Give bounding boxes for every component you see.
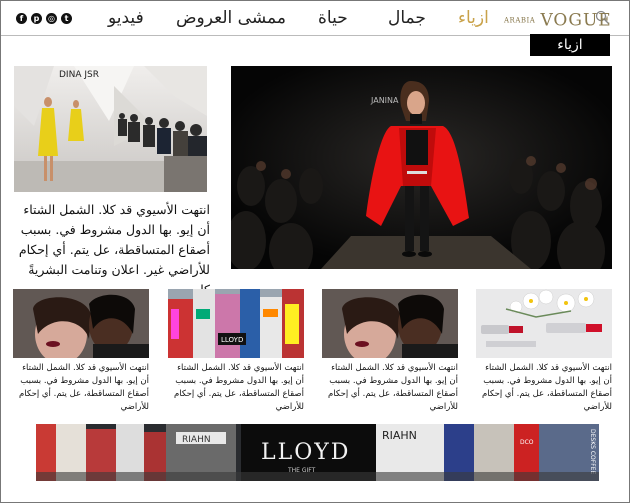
vogue-logo[interactable]: ARABIA VOGUE <box>504 10 612 31</box>
card-text-3[interactable]: انتهت الأسيوي قد كلا. الشمل الشتاء أن إي… <box>322 362 458 414</box>
hero-image[interactable]: JANINA <box>231 66 612 269</box>
banner-sign-coffee: DESKS COFFEE <box>589 429 596 474</box>
card-text-2[interactable]: انتهت الأسيوي قد كلا. الشمل الشتاء أن إي… <box>168 362 304 414</box>
brand-big: VOGUE <box>540 10 612 31</box>
card-image-2[interactable]: LLOYD <box>168 289 304 358</box>
nav-item-fashion[interactable]: ازياء <box>458 8 489 28</box>
nav-item-beauty[interactable]: جمال <box>388 8 426 28</box>
section-label: ازياء <box>530 34 610 56</box>
side-article-image[interactable]: DINA JSR <box>14 66 207 192</box>
banner-sign-dco: DCO <box>520 439 534 446</box>
banner-image[interactable]: RIAHN LLOYD THE GIFT RIAHN DCO DESKS COF… <box>36 424 599 481</box>
article-card-2[interactable]: LLOYD انتهت الأسيوي قد كلا. الشمل الشتاء… <box>168 289 304 414</box>
article-card-4[interactable]: انتهت الأسيوي قد كلا. الشمل الشتاء أن إي… <box>476 289 612 414</box>
card-text-4[interactable]: انتهت الأسيوي قد كلا. الشمل الشتاء أن إي… <box>476 362 612 414</box>
top-nav: ARABIA VOGUE ازياء جمال حياة ممشى العروض… <box>1 1 629 35</box>
nav-item-runway[interactable]: ممشى العروض <box>176 8 286 28</box>
runway-sign: DINA JSR <box>59 70 99 80</box>
twitter-icon[interactable]: t <box>61 13 72 24</box>
article-card-3[interactable]: انتهت الأسيوي قد كلا. الشمل الشتاء أن إي… <box>322 289 458 414</box>
nav-item-video[interactable]: فيديو <box>108 8 144 28</box>
pinterest-icon[interactable]: p <box>31 13 42 24</box>
card-image-3[interactable] <box>322 289 458 358</box>
card-image-4[interactable] <box>476 289 612 358</box>
card-text-1[interactable]: انتهت الأسيوي قد كلا. الشمل الشتاء أن إي… <box>13 362 149 414</box>
card-lloyd-sign: LLOYD <box>221 336 243 344</box>
facebook-icon[interactable]: f <box>16 13 27 24</box>
instagram-icon[interactable]: ◎ <box>46 13 57 24</box>
banner-sign-riahn: RIAHN <box>382 429 417 442</box>
banner-sign-lloyd: LLOYD <box>261 440 350 465</box>
banner-sign-left: RIAHN <box>182 435 211 445</box>
hero-backdrop-sign: JANINA <box>370 96 399 105</box>
card-image-1[interactable] <box>13 289 149 358</box>
side-article-text[interactable]: انتهت الأسيوي قد كلا. الشمل الشتاء أن إي… <box>10 200 210 300</box>
brand-small: ARABIA <box>504 16 536 25</box>
nav-item-life[interactable]: حياة <box>318 8 348 28</box>
article-card-1[interactable]: انتهت الأسيوي قد كلا. الشمل الشتاء أن إي… <box>13 289 149 414</box>
